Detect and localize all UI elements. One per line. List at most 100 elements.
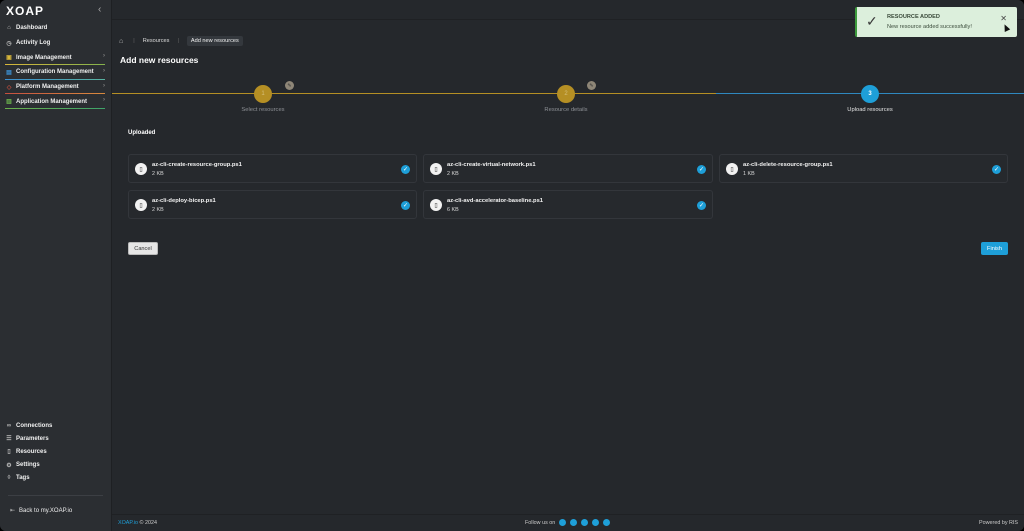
step-3-label: Upload resources <box>847 107 893 113</box>
sidebar-item-platform-management[interactable]: ◇ Platform Management › <box>0 80 111 95</box>
file-size: 1 KB <box>743 171 755 177</box>
app-icon: ▥ <box>6 99 12 106</box>
xoap-logo[interactable]: XOAP <box>6 4 44 18</box>
gear-icon: ⚙ <box>6 462 12 469</box>
sidebar-item-label: Platform Management <box>16 84 79 91</box>
sidebar-item-label: Dashboard <box>16 25 48 32</box>
sidebar-item-label: Activity Log <box>16 40 51 47</box>
toast-title: RESOURCE ADDED <box>887 14 940 20</box>
file-size: 2 KB <box>152 207 164 213</box>
file-icon: ▯ <box>7 449 11 456</box>
sidebar-item-label: Image Management <box>16 54 72 61</box>
uploaded-file-card: ▯ az-cli-avd-accelerator-baseline.ps1 6 … <box>423 190 713 219</box>
file-size: 2 KB <box>152 171 164 177</box>
linkedin-icon[interactable] <box>581 519 589 526</box>
link-icon: ∞ <box>6 422 12 429</box>
file-icon: ▯ <box>430 163 442 175</box>
file-icon: ▯ <box>726 163 738 175</box>
back-link-label: Back to my.XOAP.io <box>19 507 73 514</box>
file-name: az-cli-create-virtual-network.ps1 <box>447 162 536 168</box>
file-size: 6 KB <box>447 207 459 213</box>
sidebar-item-resources[interactable]: ▯ Resources <box>0 445 111 458</box>
footer-copyright-text: © 2024 <box>139 520 157 526</box>
file-name: az-cli-deploy-bicep.ps1 <box>152 198 216 204</box>
sidebar-item-activity-log[interactable]: ◷ Activity Log <box>0 36 111 51</box>
youtube-icon[interactable] <box>592 519 600 526</box>
check-icon: ✓ <box>401 165 410 174</box>
logout-icon: ⇤ <box>10 508 16 514</box>
chevron-right-icon: › <box>103 82 105 89</box>
list-icon: ☰ <box>6 436 12 443</box>
edit-step-1-icon[interactable]: ✎ <box>285 81 294 90</box>
check-icon: ✓ <box>992 165 1001 174</box>
home-icon: ⌂ <box>7 25 11 32</box>
twitter-icon[interactable] <box>570 519 578 526</box>
checkmark-icon: ✓ <box>866 13 878 29</box>
file-icon: ▯ <box>430 199 442 211</box>
platform-icon: ◇ <box>6 84 12 91</box>
file-icon: ▯ <box>135 199 147 211</box>
footer-brand-link[interactable]: XOAP.io <box>118 520 138 526</box>
powered-by: Powered by RIS <box>979 520 1018 526</box>
sidebar-nav: ⌂ Dashboard ◷ Activity Log ▣ Image Manag… <box>0 21 111 109</box>
check-icon: ✓ <box>697 201 706 210</box>
stepper-line-complete <box>112 93 716 94</box>
collapse-sidebar-icon[interactable]: ‹ <box>98 4 101 15</box>
sidebar-divider <box>8 495 103 496</box>
step-2-label: Resource details <box>544 107 588 113</box>
back-link[interactable]: ⇤ Back to my.XOAP.io <box>10 507 73 515</box>
uploaded-file-card: ▯ az-cli-delete-resource-group.ps1 1 KB … <box>719 154 1008 183</box>
finish-button[interactable]: Finish <box>981 242 1008 255</box>
sidebar: XOAP ‹ ⌂ Dashboard ◷ Activity Log ▣ Imag… <box>0 0 112 531</box>
footer-social: Follow us on <box>525 519 611 526</box>
breadcrumb-separator: | <box>177 38 179 44</box>
clock-icon: ◷ <box>6 40 12 47</box>
file-name: az-cli-create-resource-group.ps1 <box>152 162 242 168</box>
sidebar-item-label: Connections <box>16 422 53 429</box>
check-icon: ✓ <box>697 165 706 174</box>
step-2-circle: 2 <box>557 85 575 103</box>
chevron-right-icon: › <box>103 97 105 104</box>
sidebar-item-settings[interactable]: ⚙ Settings <box>0 459 111 472</box>
step-3-circle: 3 <box>861 85 879 103</box>
sidebar-item-label: Application Management <box>16 98 88 105</box>
uploaded-file-card: ▯ az-cli-create-virtual-network.ps1 2 KB… <box>423 154 713 183</box>
sidebar-item-tags[interactable]: ◊ Tags <box>0 472 111 485</box>
check-icon: ✓ <box>401 201 410 210</box>
step-1-label: Select resources <box>241 107 285 113</box>
sidebar-item-configuration-management[interactable]: ▤ Configuration Management › <box>0 65 111 80</box>
config-icon: ▤ <box>6 69 12 76</box>
uploaded-file-card: ▯ az-cli-deploy-bicep.ps1 2 KB ✓ <box>128 190 417 219</box>
close-icon[interactable]: ✕ <box>1000 14 1007 23</box>
sidebar-item-dashboard[interactable]: ⌂ Dashboard <box>0 21 111 36</box>
breadcrumb-separator: | <box>133 38 135 44</box>
github-icon[interactable] <box>603 519 611 526</box>
file-icon: ▯ <box>135 163 147 175</box>
tag-icon: ◊ <box>7 475 11 482</box>
app-window: XOAP ‹ ⌂ Dashboard ◷ Activity Log ▣ Imag… <box>0 0 1024 531</box>
sidebar-item-application-management[interactable]: ▥ Application Management › <box>0 94 111 109</box>
chevron-right-icon: › <box>103 53 105 60</box>
home-icon[interactable]: ⌂ <box>119 38 123 45</box>
cancel-button[interactable]: Cancel <box>128 242 158 255</box>
breadcrumb-current: Add new resources <box>186 36 243 46</box>
facebook-icon[interactable] <box>559 519 567 526</box>
footer: XOAP.io © 2024 Follow us on Powered by R… <box>112 514 1024 531</box>
edit-step-2-icon[interactable]: ✎ <box>587 81 596 90</box>
follow-label: Follow us on <box>525 519 556 526</box>
chevron-right-icon: › <box>103 68 105 75</box>
sidebar-item-image-management[interactable]: ▣ Image Management › <box>0 50 111 65</box>
file-name: az-cli-delete-resource-group.ps1 <box>743 162 833 168</box>
breadcrumb: ⌂ | Resources | Add new resources <box>119 36 243 46</box>
breadcrumb-item[interactable]: Resources <box>143 38 170 44</box>
image-icon: ▣ <box>6 55 12 62</box>
sidebar-item-connections[interactable]: ∞ Connections <box>0 419 111 432</box>
uploaded-heading: Uploaded <box>128 130 156 136</box>
sidebar-item-parameters[interactable]: ☰ Parameters <box>0 432 111 445</box>
footer-copyright: XOAP.io © 2024 <box>118 520 157 526</box>
sidebar-item-label: Tags <box>16 475 30 482</box>
step-1-circle: 1 <box>254 85 272 103</box>
sidebar-item-label: Parameters <box>16 435 49 442</box>
sidebar-bottom-nav: ∞ Connections ☰ Parameters ▯ Resources ⚙… <box>0 419 111 485</box>
toast-message: New resource added successfully! <box>887 24 972 30</box>
